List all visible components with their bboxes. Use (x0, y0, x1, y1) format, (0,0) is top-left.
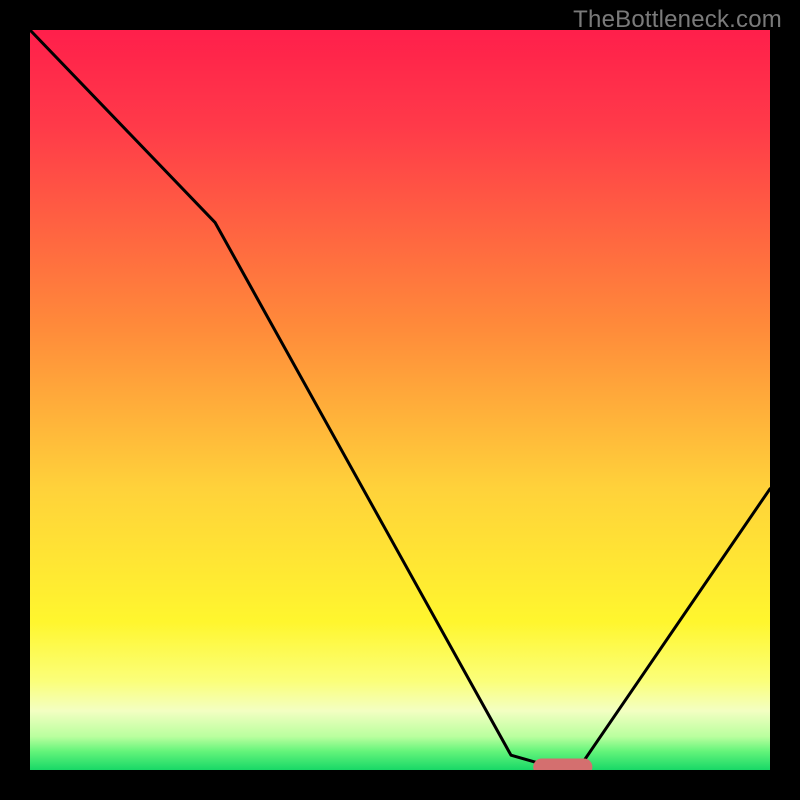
gradient-background (30, 30, 770, 770)
bottleneck-chart: TheBottleneck.com (0, 0, 800, 800)
chart-svg (30, 30, 770, 770)
watermark-text: TheBottleneck.com (573, 6, 782, 34)
plot-area (30, 30, 770, 770)
optimal-range-marker (533, 759, 592, 771)
